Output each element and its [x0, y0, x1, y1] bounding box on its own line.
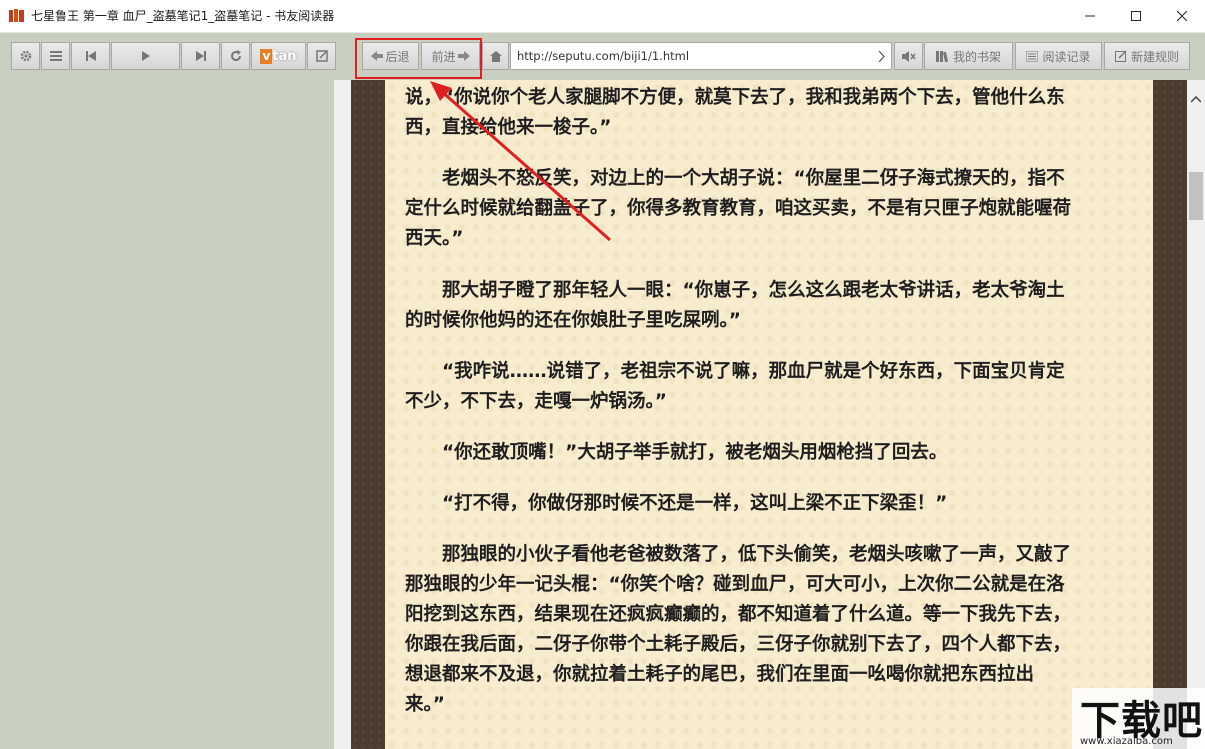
reading-history-button[interactable]: 阅读记录: [1015, 42, 1102, 70]
left-scrollbar[interactable]: [334, 80, 351, 749]
play-icon: [141, 51, 150, 61]
highlight-box: [355, 38, 482, 79]
bookshelf-icon: [935, 50, 948, 62]
paragraph: 那独眼的小伙子看他老爸被数落了，低下头偷笑，老烟头咳嗽了一声，又敲了 那独眼的少…: [405, 544, 1072, 715]
maximize-icon: [1131, 11, 1141, 21]
home-button[interactable]: [482, 42, 509, 70]
watermark-logo: 下载吧 www.xiazaiba.com: [1072, 688, 1205, 749]
book-app-icon: [9, 9, 24, 22]
previous-chapter-button[interactable]: [71, 42, 110, 70]
skip-next-icon: [195, 51, 206, 61]
close-button[interactable]: [1159, 0, 1205, 32]
paragraph: “我咋说……说错了，老祖宗不说了嘛，那血尸就是个好东西，下面宝贝肯定 不少，不下…: [405, 361, 1065, 412]
reading-page: 说，“你说你个老人家腿脚不方便，就莫下去了，我和我弟两个下去，管他什么东 西，直…: [385, 80, 1153, 749]
vtan-logo: v tan: [260, 48, 297, 64]
exit-fullscreen-button[interactable]: [307, 42, 336, 70]
chevron-right-icon[interactable]: [878, 51, 885, 62]
paragraph: 说，“你说你个老人家腿脚不方便，就莫下去了，我和我弟两个下去，管他什么东 西，直…: [405, 87, 1065, 138]
scrollbar-thumb[interactable]: [1189, 172, 1203, 220]
paragraph: “打不得，你做伢那时候不还是一样，这叫上梁不正下梁歪！”: [405, 493, 948, 514]
paragraph: “你还敢顶嘴！”大胡子举手就打，被老烟头用烟枪挡了回去。: [405, 442, 948, 463]
vertical-scrollbar[interactable]: [1187, 80, 1205, 749]
refresh-button[interactable]: [221, 42, 250, 70]
refresh-icon: [230, 50, 241, 61]
list-icon: [1026, 50, 1039, 62]
close-icon: [1177, 11, 1187, 21]
page-border-left: [351, 80, 385, 749]
next-chapter-button[interactable]: [181, 42, 220, 70]
title-bar: 七星鲁王 第一章 血尸_盗墓笔记1_盗墓笔记 - 书友阅读器: [0, 0, 1205, 33]
minimize-button[interactable]: [1067, 0, 1113, 32]
maximize-button[interactable]: [1113, 0, 1159, 32]
bookshelf-button[interactable]: 我的书架: [924, 42, 1013, 70]
toolbar: v tan 后退 前进 http://seputu.com/biji1/1.ht…: [0, 33, 1205, 80]
menu-button[interactable]: [41, 42, 70, 70]
new-rule-button[interactable]: 新建规则: [1104, 42, 1190, 70]
chapter-list-panel: [0, 80, 334, 749]
edit-icon: [1114, 50, 1127, 62]
settings-button[interactable]: [11, 42, 40, 70]
home-icon: [489, 50, 502, 62]
skip-prev-icon: [85, 51, 96, 61]
gear-icon: [20, 50, 31, 62]
menu-icon: [49, 51, 62, 61]
url-text: http://seputu.com/biji1/1.html: [517, 49, 690, 63]
vtan-button[interactable]: v tan: [251, 42, 306, 70]
play-button[interactable]: [111, 42, 180, 70]
address-bar[interactable]: http://seputu.com/biji1/1.html: [510, 42, 892, 70]
scroll-up-icon[interactable]: [1191, 96, 1201, 103]
minimize-icon: [1085, 15, 1095, 17]
exit-fullscreen-icon: [315, 50, 328, 62]
paragraph: 老烟头不怒反笑，对边上的一个大胡子说：“你屋里二伢子海式撩天的，指不 定什么时候…: [405, 168, 1072, 249]
window-title: 七星鲁王 第一章 血尸_盗墓笔记1_盗墓笔记 - 书友阅读器: [31, 9, 335, 23]
speaker-mute-icon: [901, 50, 916, 62]
mute-button[interactable]: [894, 42, 923, 70]
page-border-right: [1153, 80, 1187, 749]
paragraph: 那大胡子瞪了那年轻人一眼：“你崽子，怎么这么跟老太爷讲话，老太爷淘土 的时候你他…: [405, 280, 1065, 331]
